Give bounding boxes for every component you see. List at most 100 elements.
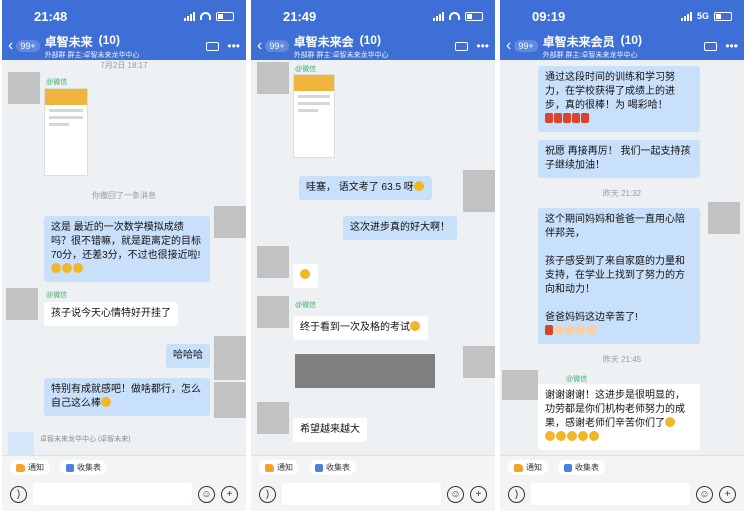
voice-icon[interactable]: ) bbox=[259, 485, 276, 503]
avatar[interactable] bbox=[214, 382, 246, 418]
redacted-content bbox=[295, 354, 435, 388]
emoji-icon[interactable]: ☺ bbox=[198, 485, 215, 503]
emoji-icon[interactable]: ☺ bbox=[447, 485, 464, 503]
avatar[interactable] bbox=[463, 346, 495, 378]
group-title: 卓智未来会员 bbox=[542, 34, 615, 49]
message-bubble[interactable]: 通过这段时间的训练和学习努力，在学校获得了成绩上的进步，真的很棒！为 喝彩哈！ bbox=[538, 66, 700, 132]
wifi-icon bbox=[449, 12, 460, 20]
bell-icon bbox=[16, 463, 25, 472]
message-bubble[interactable]: 希望越来越大 bbox=[293, 418, 367, 442]
message-input[interactable] bbox=[33, 483, 192, 505]
status-bar: 21:49 bbox=[251, 0, 495, 32]
message-bubble[interactable]: 哈哈哈 bbox=[166, 344, 210, 368]
message-list: @微信 哇塞， 语文考了 63.5 呀 这次进步真的好大啊！ @微信 终于看到一… bbox=[251, 60, 495, 455]
avatar[interactable] bbox=[6, 288, 38, 320]
recall-notice: 你撤回了一条消息 bbox=[92, 191, 156, 200]
more-icon[interactable]: ••• bbox=[227, 39, 240, 53]
avatar[interactable] bbox=[214, 336, 246, 380]
voice-icon[interactable]: ) bbox=[508, 485, 525, 503]
plus-icon[interactable]: + bbox=[221, 485, 238, 503]
back-icon[interactable]: ‹ bbox=[257, 38, 262, 54]
message-bubble[interactable]: 谢谢谢谢！这进步是很明显的，功劳都是你们机构老师努力的成果，感谢老师们辛苦你们了 bbox=[538, 384, 700, 450]
message-bubble[interactable]: 祝愿 再接再厉！ 我们一起支持孩子继续加油！ bbox=[538, 140, 700, 178]
avatar[interactable] bbox=[502, 370, 538, 400]
network-type: 5G bbox=[696, 11, 709, 21]
avatar[interactable] bbox=[257, 296, 289, 328]
message-list: 7月2日 18:17 @微信 你撤回了一条消息 这是 最近的一次数学模拟成绩吗？… bbox=[2, 60, 246, 458]
chat-screen-1: 21:48 ‹ 99+ 卓智未来 (10) 外部群 群主:卓智未来龙华中心 •••… bbox=[2, 0, 246, 511]
sender-name: @微信 bbox=[46, 292, 68, 299]
avatar[interactable] bbox=[8, 72, 40, 104]
wifi-icon bbox=[200, 12, 211, 20]
message-bubble[interactable]: 特别有成就感吧！做啥都行，怎么自己这么棒 bbox=[44, 378, 210, 416]
bottom-bar: 通知 收集表 ) ☺ + bbox=[2, 455, 246, 511]
group-subtitle: 外部群 群主:卓智未来龙华中心 bbox=[542, 51, 638, 59]
chat-header: ‹ 99+ 卓智未来会员 (10) 外部群 群主:卓智未来龙华中心 ••• bbox=[500, 32, 744, 60]
message-list: 通过这段时间的训练和学习努力，在学校获得了成绩上的进步，真的很棒！为 喝彩哈！ … bbox=[500, 60, 744, 455]
message-input[interactable] bbox=[282, 483, 441, 505]
avatar[interactable] bbox=[214, 206, 246, 238]
more-icon[interactable]: ••• bbox=[725, 39, 738, 53]
message-input[interactable] bbox=[531, 483, 690, 505]
timestamp: 昨天 21:32 bbox=[602, 189, 642, 198]
emoji-icon[interactable]: ☺ bbox=[696, 485, 713, 503]
sender-name: @微信 bbox=[46, 79, 68, 86]
sender-name: @微信 bbox=[295, 66, 317, 73]
message-bubble[interactable]: 这是 最近的一次数学模拟成绩吗？很不错嘛，就是距离定的目标70分，还差3分，不过… bbox=[44, 216, 210, 282]
more-icon[interactable]: ••• bbox=[476, 39, 489, 53]
back-icon[interactable]: ‹ bbox=[506, 38, 511, 54]
message-bubble[interactable]: 这个期间妈妈和爸爸一直用心陪伴邦尧， 孩子感受到了来自家庭的力量和支持，在学业上… bbox=[538, 208, 700, 344]
group-subtitle: 外部群 群主:卓智未来龙华中心 bbox=[293, 51, 389, 59]
timestamp: 昨天 21:45 bbox=[602, 355, 642, 364]
video-call-icon[interactable] bbox=[704, 41, 718, 51]
bottom-bar: 通知 收集表 ) ☺ + bbox=[251, 455, 495, 511]
sender-name: 卓智未来龙华中心 (卓智未来) bbox=[40, 436, 131, 443]
plus-icon[interactable]: + bbox=[470, 485, 487, 503]
form-icon bbox=[66, 463, 74, 472]
status-bar: 09:19 5G bbox=[500, 0, 744, 32]
video-call-icon[interactable] bbox=[455, 41, 469, 51]
avatar[interactable] bbox=[708, 202, 740, 234]
video-call-icon[interactable] bbox=[206, 41, 220, 51]
message-bubble[interactable]: 这次进步真的好大啊！ bbox=[343, 216, 457, 240]
avatar[interactable] bbox=[463, 170, 495, 212]
back-icon[interactable]: ‹ bbox=[8, 38, 13, 54]
unread-badge[interactable]: 99+ bbox=[514, 40, 538, 52]
bell-icon bbox=[265, 463, 274, 472]
status-bar: 21:48 bbox=[2, 0, 246, 32]
message-bubble[interactable]: 哇塞， 语文考了 63.5 呀 bbox=[299, 176, 432, 200]
form-icon bbox=[564, 463, 572, 472]
signal-icon bbox=[680, 11, 692, 21]
form-button[interactable]: 收集表 bbox=[558, 460, 605, 475]
notice-button[interactable]: 通知 bbox=[10, 460, 50, 475]
sender-name: @微信 bbox=[295, 302, 317, 309]
bottom-bar: 通知 收集表 ) ☺ + bbox=[500, 455, 744, 511]
status-time: 21:48 bbox=[34, 8, 68, 24]
avatar[interactable] bbox=[257, 402, 289, 434]
avatar[interactable] bbox=[257, 62, 289, 94]
message-bubble[interactable] bbox=[293, 264, 318, 288]
group-subtitle: 外部群 群主:卓智未来龙华中心 bbox=[44, 51, 140, 59]
unread-badge[interactable]: 99+ bbox=[265, 40, 289, 52]
notice-button[interactable]: 通知 bbox=[259, 460, 299, 475]
battery-icon bbox=[714, 11, 732, 21]
form-button[interactable]: 收集表 bbox=[60, 460, 107, 475]
member-count: (10) bbox=[98, 32, 120, 47]
chat-screen-3: 09:19 5G ‹ 99+ 卓智未来会员 (10) 外部群 群主:卓智未来龙华中… bbox=[500, 0, 744, 511]
battery-icon bbox=[216, 11, 234, 21]
unread-badge[interactable]: 99+ bbox=[16, 40, 40, 52]
message-bubble[interactable]: 孩子说今天心情特好开挂了 bbox=[44, 302, 178, 326]
image-message[interactable] bbox=[44, 88, 88, 176]
voice-icon[interactable]: ) bbox=[10, 485, 27, 503]
status-time: 09:19 bbox=[532, 8, 566, 24]
avatar[interactable] bbox=[257, 246, 289, 278]
chat-screen-2: 21:49 ‹ 99+ 卓智未来会 (10) 外部群 群主:卓智未来龙华中心 ••… bbox=[251, 0, 495, 511]
signal-icon bbox=[433, 11, 444, 21]
image-message[interactable] bbox=[293, 74, 335, 158]
message-bubble[interactable]: 终于看到一次及格的考试 bbox=[293, 316, 428, 340]
form-button[interactable]: 收集表 bbox=[309, 460, 356, 475]
plus-icon[interactable]: + bbox=[719, 485, 736, 503]
group-title: 卓智未来会 bbox=[293, 34, 354, 49]
notice-button[interactable]: 通知 bbox=[508, 460, 548, 475]
form-icon bbox=[315, 463, 323, 472]
